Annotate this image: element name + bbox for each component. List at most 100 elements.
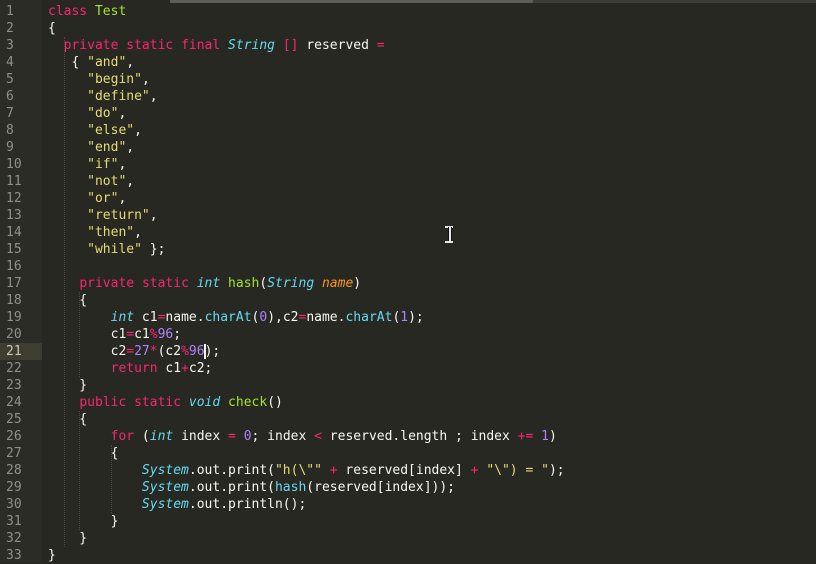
code-token: "and" bbox=[87, 55, 127, 70]
code-text[interactable]: { bbox=[48, 411, 87, 428]
code-line[interactable]: 16 bbox=[0, 258, 816, 275]
code-line[interactable]: 6 "define", bbox=[0, 88, 816, 105]
code-token: int bbox=[110, 310, 135, 325]
code-line[interactable]: 14 "then", bbox=[0, 224, 816, 241]
code-line[interactable]: 4 { "and", bbox=[0, 54, 816, 71]
code-text[interactable]: { "and", bbox=[48, 54, 134, 71]
code-text[interactable]: { bbox=[48, 445, 119, 462]
code-line[interactable]: 17 private static int hash(String name) bbox=[0, 275, 816, 292]
code-token: index bbox=[173, 429, 229, 444]
code-text[interactable]: { bbox=[48, 292, 87, 309]
code-line[interactable]: 15 "while" }; bbox=[0, 241, 816, 258]
code-text[interactable]: return c1+c2; bbox=[48, 360, 213, 377]
code-editor[interactable]: 1 class Test 2{3 private static final Stri… bbox=[0, 0, 816, 563]
code-line[interactable]: 27 { bbox=[0, 445, 816, 462]
code-token: ( bbox=[134, 429, 150, 444]
line-number: 14 bbox=[6, 225, 22, 240]
code-text[interactable]: } bbox=[48, 547, 56, 564]
code-text[interactable]: "if", bbox=[48, 156, 126, 173]
code-line[interactable]: 24 public static void check() bbox=[0, 394, 816, 411]
code-line[interactable]: 20 c1=c1%96; bbox=[0, 326, 816, 343]
code-line[interactable]: 32 } bbox=[0, 530, 816, 547]
code-text[interactable]: public static void check() bbox=[48, 394, 283, 411]
code-line[interactable]: 29 System.out.print(hash(reserved[index]… bbox=[0, 479, 816, 496]
code-text[interactable]: System.out.print("h(\"" + reserved[index… bbox=[48, 462, 565, 479]
code-line[interactable]: 31 } bbox=[0, 513, 816, 530]
code-text[interactable]: "or", bbox=[48, 190, 126, 207]
code-token: void bbox=[188, 395, 221, 410]
code-text[interactable]: System.out.print(hash(reserved[index])); bbox=[48, 479, 455, 496]
code-token: class bbox=[48, 4, 88, 19]
code-token: c2 bbox=[48, 344, 127, 359]
code-token: "while" bbox=[87, 242, 142, 257]
code-text[interactable]: private static int hash(String name) bbox=[48, 275, 361, 292]
code-token: % bbox=[149, 327, 158, 342]
line-number: 8 bbox=[6, 123, 14, 138]
code-token: charAt bbox=[204, 310, 252, 325]
code-line[interactable]: 10 "if", bbox=[0, 156, 816, 173]
code-line[interactable]: 13 "return", bbox=[0, 207, 816, 224]
line-number: 31 bbox=[6, 514, 22, 529]
code-text[interactable]: class Test bbox=[48, 3, 126, 20]
code-line[interactable]: 9 "end", bbox=[0, 139, 816, 156]
code-token: ); bbox=[408, 310, 424, 325]
code-text[interactable]: int c1=name.charAt(0),c2=name.charAt(1); bbox=[48, 309, 424, 326]
line-number: 28 bbox=[6, 463, 22, 478]
code-token: = bbox=[228, 429, 236, 444]
line-number: 4 bbox=[6, 55, 14, 70]
code-token: , bbox=[126, 55, 135, 70]
code-line[interactable]: 19 int c1=name.charAt(0),c2=name.charAt(… bbox=[0, 309, 816, 326]
code-token: int bbox=[196, 276, 221, 291]
code-text[interactable]: "else", bbox=[48, 122, 142, 139]
code-line[interactable]: 21 c2=27*(c2%96); bbox=[0, 343, 816, 360]
code-text[interactable]: "do", bbox=[48, 105, 126, 122]
code-line[interactable]: 33} bbox=[0, 547, 816, 564]
code-line[interactable]: 25 { bbox=[0, 411, 816, 428]
code-text[interactable]: { bbox=[48, 20, 56, 37]
code-line[interactable]: 18 { bbox=[0, 292, 816, 309]
code-text[interactable]: System.out.println(); bbox=[48, 496, 306, 513]
code-token: reserved[index] bbox=[337, 463, 471, 478]
code-line[interactable]: 30 System.out.println(); bbox=[0, 496, 816, 513]
code-line[interactable]: 23 } bbox=[0, 377, 816, 394]
code-token: * bbox=[149, 344, 158, 359]
code-line[interactable]: 22 return c1+c2; bbox=[0, 360, 816, 377]
line-number: 22 bbox=[6, 361, 22, 376]
code-token: }; bbox=[141, 242, 166, 257]
code-line[interactable]: 26 for (int index = 0; index < reserved.… bbox=[0, 428, 816, 445]
code-text[interactable]: } bbox=[48, 513, 119, 530]
code-text[interactable]: "then", bbox=[48, 224, 142, 241]
code-text[interactable]: for (int index = 0; index < reserved.len… bbox=[48, 428, 557, 445]
code-line[interactable]: 28 System.out.print("h(\"" + reserved[in… bbox=[0, 462, 816, 479]
code-line[interactable]: 11 "not", bbox=[0, 173, 816, 190]
code-line[interactable]: 5 "begin", bbox=[0, 71, 816, 88]
code-text[interactable]: private static final String [] reserved … bbox=[48, 37, 385, 54]
code-token: "\") = " bbox=[486, 463, 549, 478]
code-line[interactable]: 12 "or", bbox=[0, 190, 816, 207]
code-text[interactable]: "not", bbox=[48, 173, 134, 190]
code-token: "define" bbox=[87, 89, 150, 104]
code-text[interactable]: "while" }; bbox=[48, 241, 165, 258]
code-text[interactable]: "end", bbox=[48, 139, 134, 156]
code-token: (c2 bbox=[157, 344, 182, 359]
code-line[interactable]: 1 class Test bbox=[0, 3, 816, 20]
code-text[interactable]: } bbox=[48, 377, 87, 394]
code-text[interactable]: } bbox=[48, 530, 87, 547]
line-number: 20 bbox=[6, 327, 22, 342]
code-text[interactable]: c2=27*(c2%96); bbox=[48, 343, 221, 360]
code-line[interactable]: 3 private static final String [] reserve… bbox=[0, 37, 816, 54]
code-line[interactable]: 7 "do", bbox=[0, 105, 816, 122]
code-text[interactable]: c1=c1%96; bbox=[48, 326, 181, 343]
code-line[interactable]: 8 "else", bbox=[0, 122, 816, 139]
code-token: , bbox=[134, 225, 142, 240]
code-line[interactable]: 2{ bbox=[0, 20, 816, 37]
code-token: } bbox=[48, 548, 56, 563]
line-number: 18 bbox=[6, 293, 22, 308]
